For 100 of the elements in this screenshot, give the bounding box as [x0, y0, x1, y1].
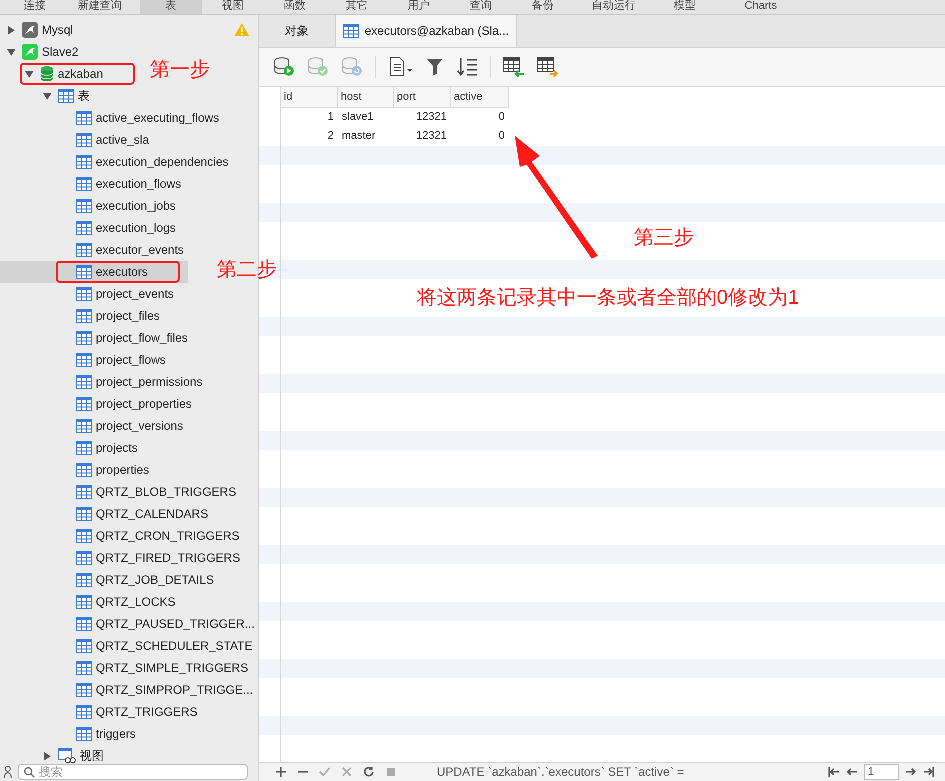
table-icon — [342, 24, 359, 38]
expand-arrow-icon[interactable] — [6, 26, 16, 34]
tree-item[interactable]: 表 — [0, 85, 100, 107]
table-icon — [76, 199, 92, 213]
tree-item[interactable]: projects — [0, 437, 148, 459]
previous-page-icon[interactable] — [846, 766, 858, 778]
menu-tab[interactable]: 新建查询 — [60, 0, 140, 14]
menu-tab[interactable]: 备份 — [512, 0, 574, 14]
tree-item[interactable]: azkaban — [0, 63, 144, 85]
table-cell-text: master — [341, 129, 377, 144]
table-icon — [76, 463, 92, 477]
table-icon — [76, 111, 92, 125]
tree-item[interactable]: QRTZ_SIMPROP_TRIGGE... — [0, 679, 258, 701]
refresh-icon[interactable] — [363, 766, 375, 778]
table-cell-text: 0 — [498, 110, 506, 125]
search-field[interactable]: 搜索 — [18, 764, 248, 780]
tree-item[interactable]: Mysql — [0, 19, 258, 41]
tree-item[interactable]: QRTZ_CRON_TRIGGERS — [0, 525, 250, 547]
table-icon — [76, 353, 92, 367]
last-page-icon[interactable] — [923, 766, 935, 778]
tree-item[interactable]: active_executing_flows — [0, 107, 230, 129]
tree-item[interactable]: QRTZ_TRIGGERS — [0, 701, 208, 723]
tree-item[interactable]: active_sla — [0, 129, 160, 151]
table-icon — [76, 331, 92, 345]
step-annotation: 第三步 — [634, 226, 694, 251]
tab-label: 对象 — [285, 22, 309, 40]
tree-item[interactable]: QRTZ_LOCKS — [0, 591, 186, 613]
tree-item[interactable]: executors — [0, 261, 188, 283]
tree-item-label: project_flow_files — [96, 331, 188, 345]
table-cell-text: 0 — [498, 129, 506, 144]
tree-item[interactable]: execution_dependencies — [0, 151, 239, 173]
menu-tab[interactable]: 自动运行 — [574, 0, 654, 14]
tree-item[interactable]: execution_jobs — [0, 195, 186, 217]
tree-item[interactable]: project_properties — [0, 393, 202, 415]
column-header[interactable]: port — [394, 87, 451, 108]
document-icon[interactable] — [388, 57, 414, 77]
collapse-arrow-icon[interactable] — [24, 70, 34, 78]
tree-item[interactable]: QRTZ_SCHEDULER_STATE — [0, 635, 258, 657]
tree-item-label: executor_events — [96, 243, 184, 257]
sort-icon[interactable] — [456, 57, 478, 77]
database-play-icon[interactable] — [273, 57, 295, 77]
tree-item-label: 视图 — [80, 748, 104, 763]
menu-tab[interactable]: 函数 — [264, 0, 326, 14]
expand-arrow-icon[interactable] — [42, 752, 52, 760]
instruction-annotation: 将这两条记录其中一条或者全部的0修改为1 — [417, 286, 800, 311]
tree-item[interactable]: project_permissions — [0, 371, 213, 393]
tree-item[interactable]: QRTZ_JOB_DETAILS — [0, 569, 224, 591]
menu-tab[interactable]: 查询 — [450, 0, 512, 14]
tree-item[interactable]: QRTZ_FIRED_TRIGGERS — [0, 547, 250, 569]
collapse-arrow-icon[interactable] — [6, 48, 16, 56]
tree-item[interactable]: project_files — [0, 305, 170, 327]
tree-item-label: project_versions — [96, 419, 184, 433]
column-header[interactable]: id — [281, 87, 338, 108]
tree-item[interactable]: 视图 — [0, 745, 114, 763]
menu-tab[interactable]: 表 — [140, 0, 202, 14]
tables-folder-icon — [58, 89, 74, 103]
menu-tab[interactable]: 视图 — [202, 0, 264, 14]
menu-tab[interactable]: 连接 — [10, 0, 60, 14]
tree-item[interactable]: project_flow_files — [0, 327, 198, 349]
tree-item-label: QRTZ_CALENDARS — [96, 507, 208, 521]
tree-item-label: 表 — [78, 88, 90, 104]
tree-item[interactable]: triggers — [0, 723, 146, 745]
tree-item[interactable]: executor_events — [0, 239, 194, 261]
tree-item-label: execution_jobs — [96, 199, 176, 213]
check-icon[interactable] — [319, 766, 331, 778]
tree-item[interactable]: Slave2 — [0, 41, 89, 63]
tree-item[interactable]: execution_logs — [0, 217, 186, 239]
menu-tab[interactable]: 模型 — [654, 0, 716, 14]
tree-item[interactable]: project_versions — [0, 415, 194, 437]
tree-item-label: QRTZ_FIRED_TRIGGERS — [96, 551, 240, 565]
menu-tab[interactable]: 其它 — [326, 0, 388, 14]
collapse-arrow-icon[interactable] — [42, 92, 52, 100]
table-icon — [76, 727, 92, 741]
table-icon — [76, 221, 92, 235]
tree-item[interactable]: QRTZ_PAUSED_TRIGGER... — [0, 613, 258, 635]
tree-item[interactable]: execution_flows — [0, 173, 192, 195]
tree-item[interactable]: project_flows — [0, 349, 176, 371]
tree-item[interactable]: project_events — [0, 283, 184, 305]
table-icon — [76, 265, 92, 279]
tree-item-label: QRTZ_LOCKS — [96, 595, 176, 609]
table-import-icon[interactable] — [503, 57, 525, 77]
menu-tab[interactable]: Charts — [716, 0, 806, 14]
table-export-icon[interactable] — [537, 57, 559, 77]
filter-icon[interactable] — [426, 57, 444, 77]
tree-item[interactable]: properties — [0, 459, 160, 481]
menu-tab[interactable]: 用户 — [388, 0, 450, 14]
first-page-icon[interactable] — [828, 766, 840, 778]
tree-item[interactable]: QRTZ_SIMPLE_TRIGGERS — [0, 657, 258, 679]
tree-item[interactable]: QRTZ_CALENDARS — [0, 503, 218, 525]
column-header[interactable]: active — [451, 87, 509, 108]
column-header[interactable]: host — [338, 87, 394, 108]
add-icon[interactable] — [275, 766, 287, 778]
tree-item-label: triggers — [96, 727, 136, 741]
page-field[interactable]: 1 — [864, 764, 899, 780]
table-icon — [76, 419, 92, 433]
tree-item[interactable]: QRTZ_BLOB_TRIGGERS — [0, 481, 246, 503]
tree-item-label: QRTZ_PAUSED_TRIGGER... — [96, 617, 255, 631]
next-page-icon[interactable] — [905, 766, 917, 778]
step-annotation: 第二步 — [217, 258, 277, 283]
tab[interactable]: executors@azkaban (Sla... — [336, 15, 517, 47]
